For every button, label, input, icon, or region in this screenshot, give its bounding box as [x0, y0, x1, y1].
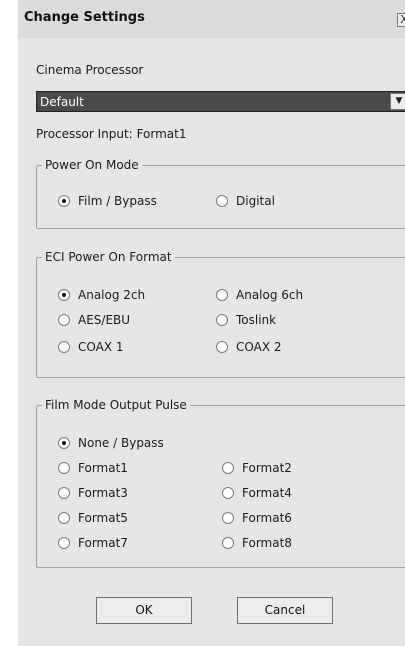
radio-label: None / Bypass — [78, 436, 164, 450]
radio-label: Toslink — [236, 313, 277, 327]
radio-button-checked[interactable] — [58, 437, 70, 449]
ok-button[interactable]: OK — [96, 597, 192, 624]
radio-button[interactable] — [216, 195, 228, 207]
radio-label: Format1 — [78, 461, 128, 475]
radio-button[interactable] — [58, 341, 70, 353]
cinema-processor-select[interactable]: Default ▼ — [36, 91, 405, 112]
radio-button[interactable] — [58, 512, 70, 524]
change-settings-dialog: Change Settings X Cinema Processor Defau… — [18, 0, 405, 646]
radio-label: Format3 — [78, 486, 128, 500]
radio-label: Format8 — [242, 536, 292, 550]
radio-label: Format5 — [78, 511, 128, 525]
radio-button-checked[interactable] — [58, 195, 70, 207]
cancel-button[interactable]: Cancel — [237, 597, 333, 624]
radio-label: Digital — [236, 194, 275, 208]
radio-button[interactable] — [58, 314, 70, 326]
radio-button[interactable] — [222, 537, 234, 549]
power-on-mode-legend: Power On Mode — [45, 158, 139, 172]
processor-input-value: Format1 — [136, 127, 187, 141]
radio-label: Format6 — [242, 511, 292, 525]
cinema-processor-value: Default — [40, 95, 84, 109]
radio-label: Analog 6ch — [236, 288, 304, 302]
radio-button[interactable] — [216, 341, 228, 353]
processor-input-label: Processor Input: — [36, 127, 133, 141]
title-bar[interactable]: Change Settings X — [18, 0, 405, 38]
radio-label: AES/EBU — [78, 313, 131, 327]
radio-label: Analog 2ch — [78, 288, 146, 302]
processor-input-row: Processor Input: Format1 — [36, 127, 186, 141]
close-icon: X — [400, 13, 405, 26]
close-button[interactable]: X — [397, 13, 405, 27]
radio-button[interactable] — [222, 462, 234, 474]
radio-button[interactable] — [58, 462, 70, 474]
radio-button[interactable] — [222, 512, 234, 524]
film-mode-output-pulse-legend: Film Mode Output Pulse — [45, 398, 187, 412]
radio-button[interactable] — [222, 487, 234, 499]
cinema-processor-label: Cinema Processor — [36, 63, 144, 77]
window-title: Change Settings — [24, 10, 145, 25]
radio-label: Format2 — [242, 461, 292, 475]
radio-button[interactable] — [58, 487, 70, 499]
radio-button[interactable] — [216, 314, 228, 326]
radio-button[interactable] — [216, 289, 228, 301]
eci-power-on-format-legend: ECI Power On Format — [45, 250, 172, 264]
chevron-down-icon[interactable]: ▼ — [390, 93, 405, 110]
radio-label: Format7 — [78, 536, 128, 550]
radio-label: COAX 2 — [236, 340, 282, 354]
radio-label: Format4 — [242, 486, 292, 500]
radio-button-checked[interactable] — [58, 289, 70, 301]
radio-label: COAX 1 — [78, 340, 124, 354]
radio-label: Film / Bypass — [78, 194, 157, 208]
radio-button[interactable] — [58, 537, 70, 549]
